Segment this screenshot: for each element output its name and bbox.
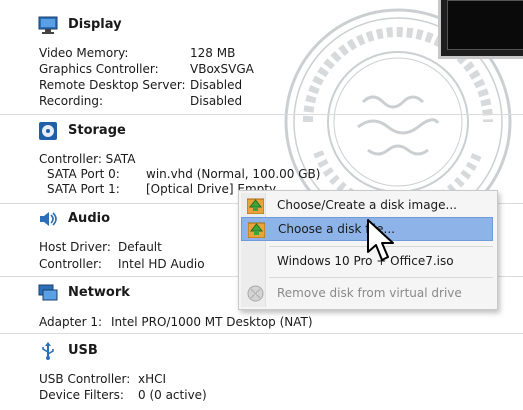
vm-details-panel: Display Video Memory: 128 MB Graphics Co… — [0, 0, 523, 410]
display-row-label: Remote Desktop Server: — [39, 78, 186, 92]
menu-item-remove-disk[interactable]: Remove disk from virtual drive — [241, 282, 493, 306]
menu-item-label: Choose/Create a disk image... — [277, 198, 457, 212]
eject-icon — [247, 285, 264, 302]
audio-row-label: Host Driver: — [39, 240, 111, 254]
audio-title: Audio — [68, 211, 111, 226]
menu-item-label: Remove disk from virtual drive — [277, 286, 462, 300]
storage-disk-icon — [39, 122, 57, 140]
display-row-value: Disabled — [190, 78, 243, 92]
display-section: Display Video Memory: 128 MB Graphics Co… — [0, 10, 523, 110]
speaker-icon — [40, 212, 57, 226]
usb-row-label: USB Controller: — [39, 372, 131, 386]
storage-port-label: SATA Port 0: — [47, 167, 120, 181]
storage-port-label: SATA Port 1: — [47, 182, 120, 196]
network-icon — [38, 284, 58, 301]
storage-controller: Controller: SATA — [39, 152, 136, 166]
network-title: Network — [68, 285, 130, 300]
storage-header[interactable]: Storage — [0, 120, 523, 142]
storage-port-value: win.vhd (Normal, 100.00 GB) — [146, 167, 321, 181]
network-adapter-label: Adapter 1: — [39, 315, 103, 329]
display-row-label: Recording: — [39, 94, 104, 108]
section-divider — [0, 114, 523, 115]
display-row-value: Disabled — [190, 94, 243, 108]
usb-row-value: xHCI — [138, 372, 167, 386]
audio-row-value: Intel HD Audio — [118, 257, 205, 271]
audio-row-value: Default — [118, 240, 162, 254]
display-row-value: 128 MB — [190, 46, 236, 60]
usb-title: USB — [68, 343, 98, 358]
storage-title: Storage — [68, 123, 126, 138]
mouse-pointer-icon — [367, 219, 394, 261]
usb-header[interactable]: USB — [0, 340, 523, 362]
section-divider — [0, 333, 523, 334]
audio-row-label: Controller: — [39, 257, 102, 271]
display-header[interactable]: Display — [0, 14, 523, 36]
usb-section: USB USB Controller: xHCI Device Filters:… — [0, 338, 523, 410]
usb-icon — [42, 342, 54, 360]
menu-item-choose-create-disk-image[interactable]: Choose/Create a disk image... — [241, 194, 493, 218]
optical-disk-icon — [248, 222, 265, 238]
usb-row-label: Device Filters: — [39, 388, 124, 402]
menu-separator — [269, 277, 493, 278]
display-row-label: Video Memory: — [39, 46, 129, 60]
display-title: Display — [68, 17, 122, 32]
display-row-value: VBoxSVGA — [190, 62, 254, 76]
display-row-label: Graphics Controller: — [39, 62, 159, 76]
network-adapter-value: Intel PRO/1000 MT Desktop (NAT) — [111, 315, 313, 329]
usb-row-value: 0 (0 active) — [138, 388, 207, 402]
optical-disk-icon — [247, 198, 264, 214]
monitor-icon — [38, 16, 58, 34]
